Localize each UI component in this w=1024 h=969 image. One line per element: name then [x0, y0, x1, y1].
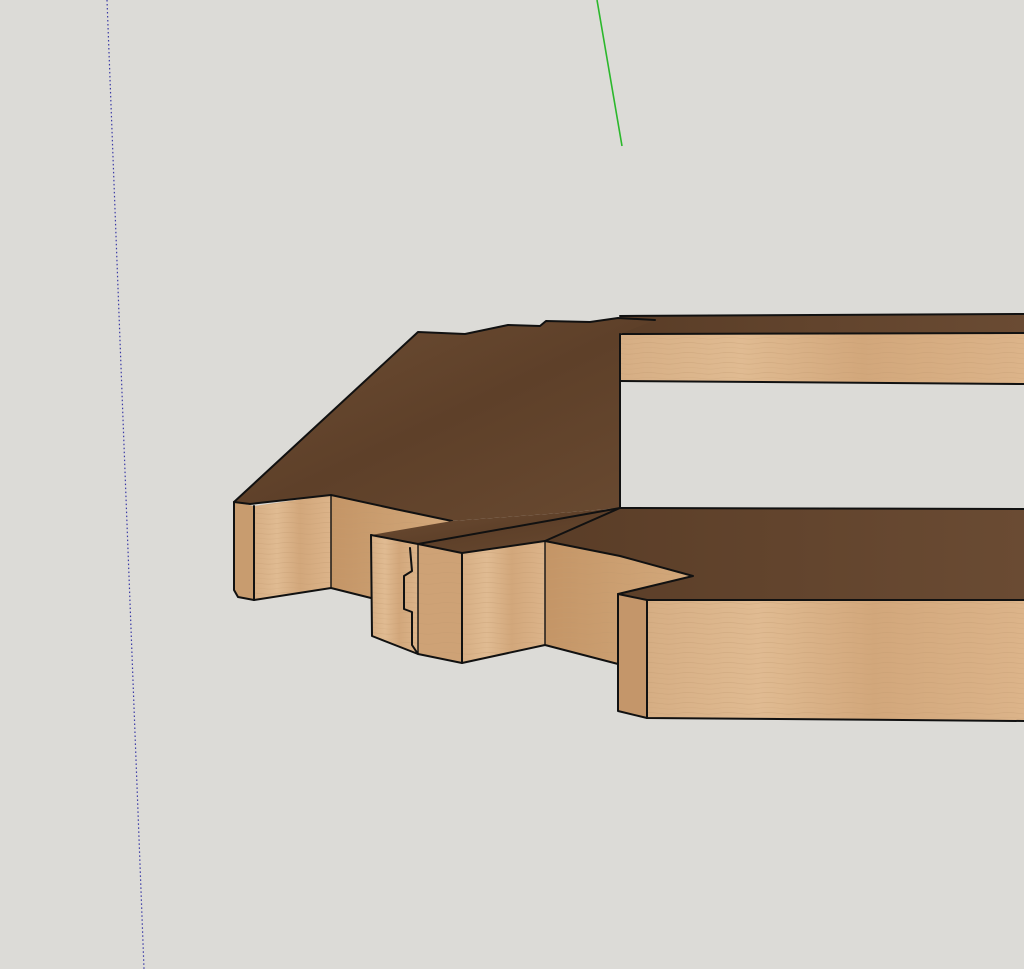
modeling-viewport[interactable] — [0, 0, 1024, 969]
3d-scene-canvas[interactable] — [0, 0, 1024, 969]
blue-axis-line — [106, 0, 145, 969]
corner-plate-left-face — [234, 502, 254, 600]
green-axis-line — [596, 0, 623, 147]
back-rail-top — [620, 314, 1024, 334]
corner-plate-top — [234, 318, 655, 521]
back-rail[interactable] — [619, 313, 1024, 385]
front-board-left-face — [618, 594, 647, 718]
